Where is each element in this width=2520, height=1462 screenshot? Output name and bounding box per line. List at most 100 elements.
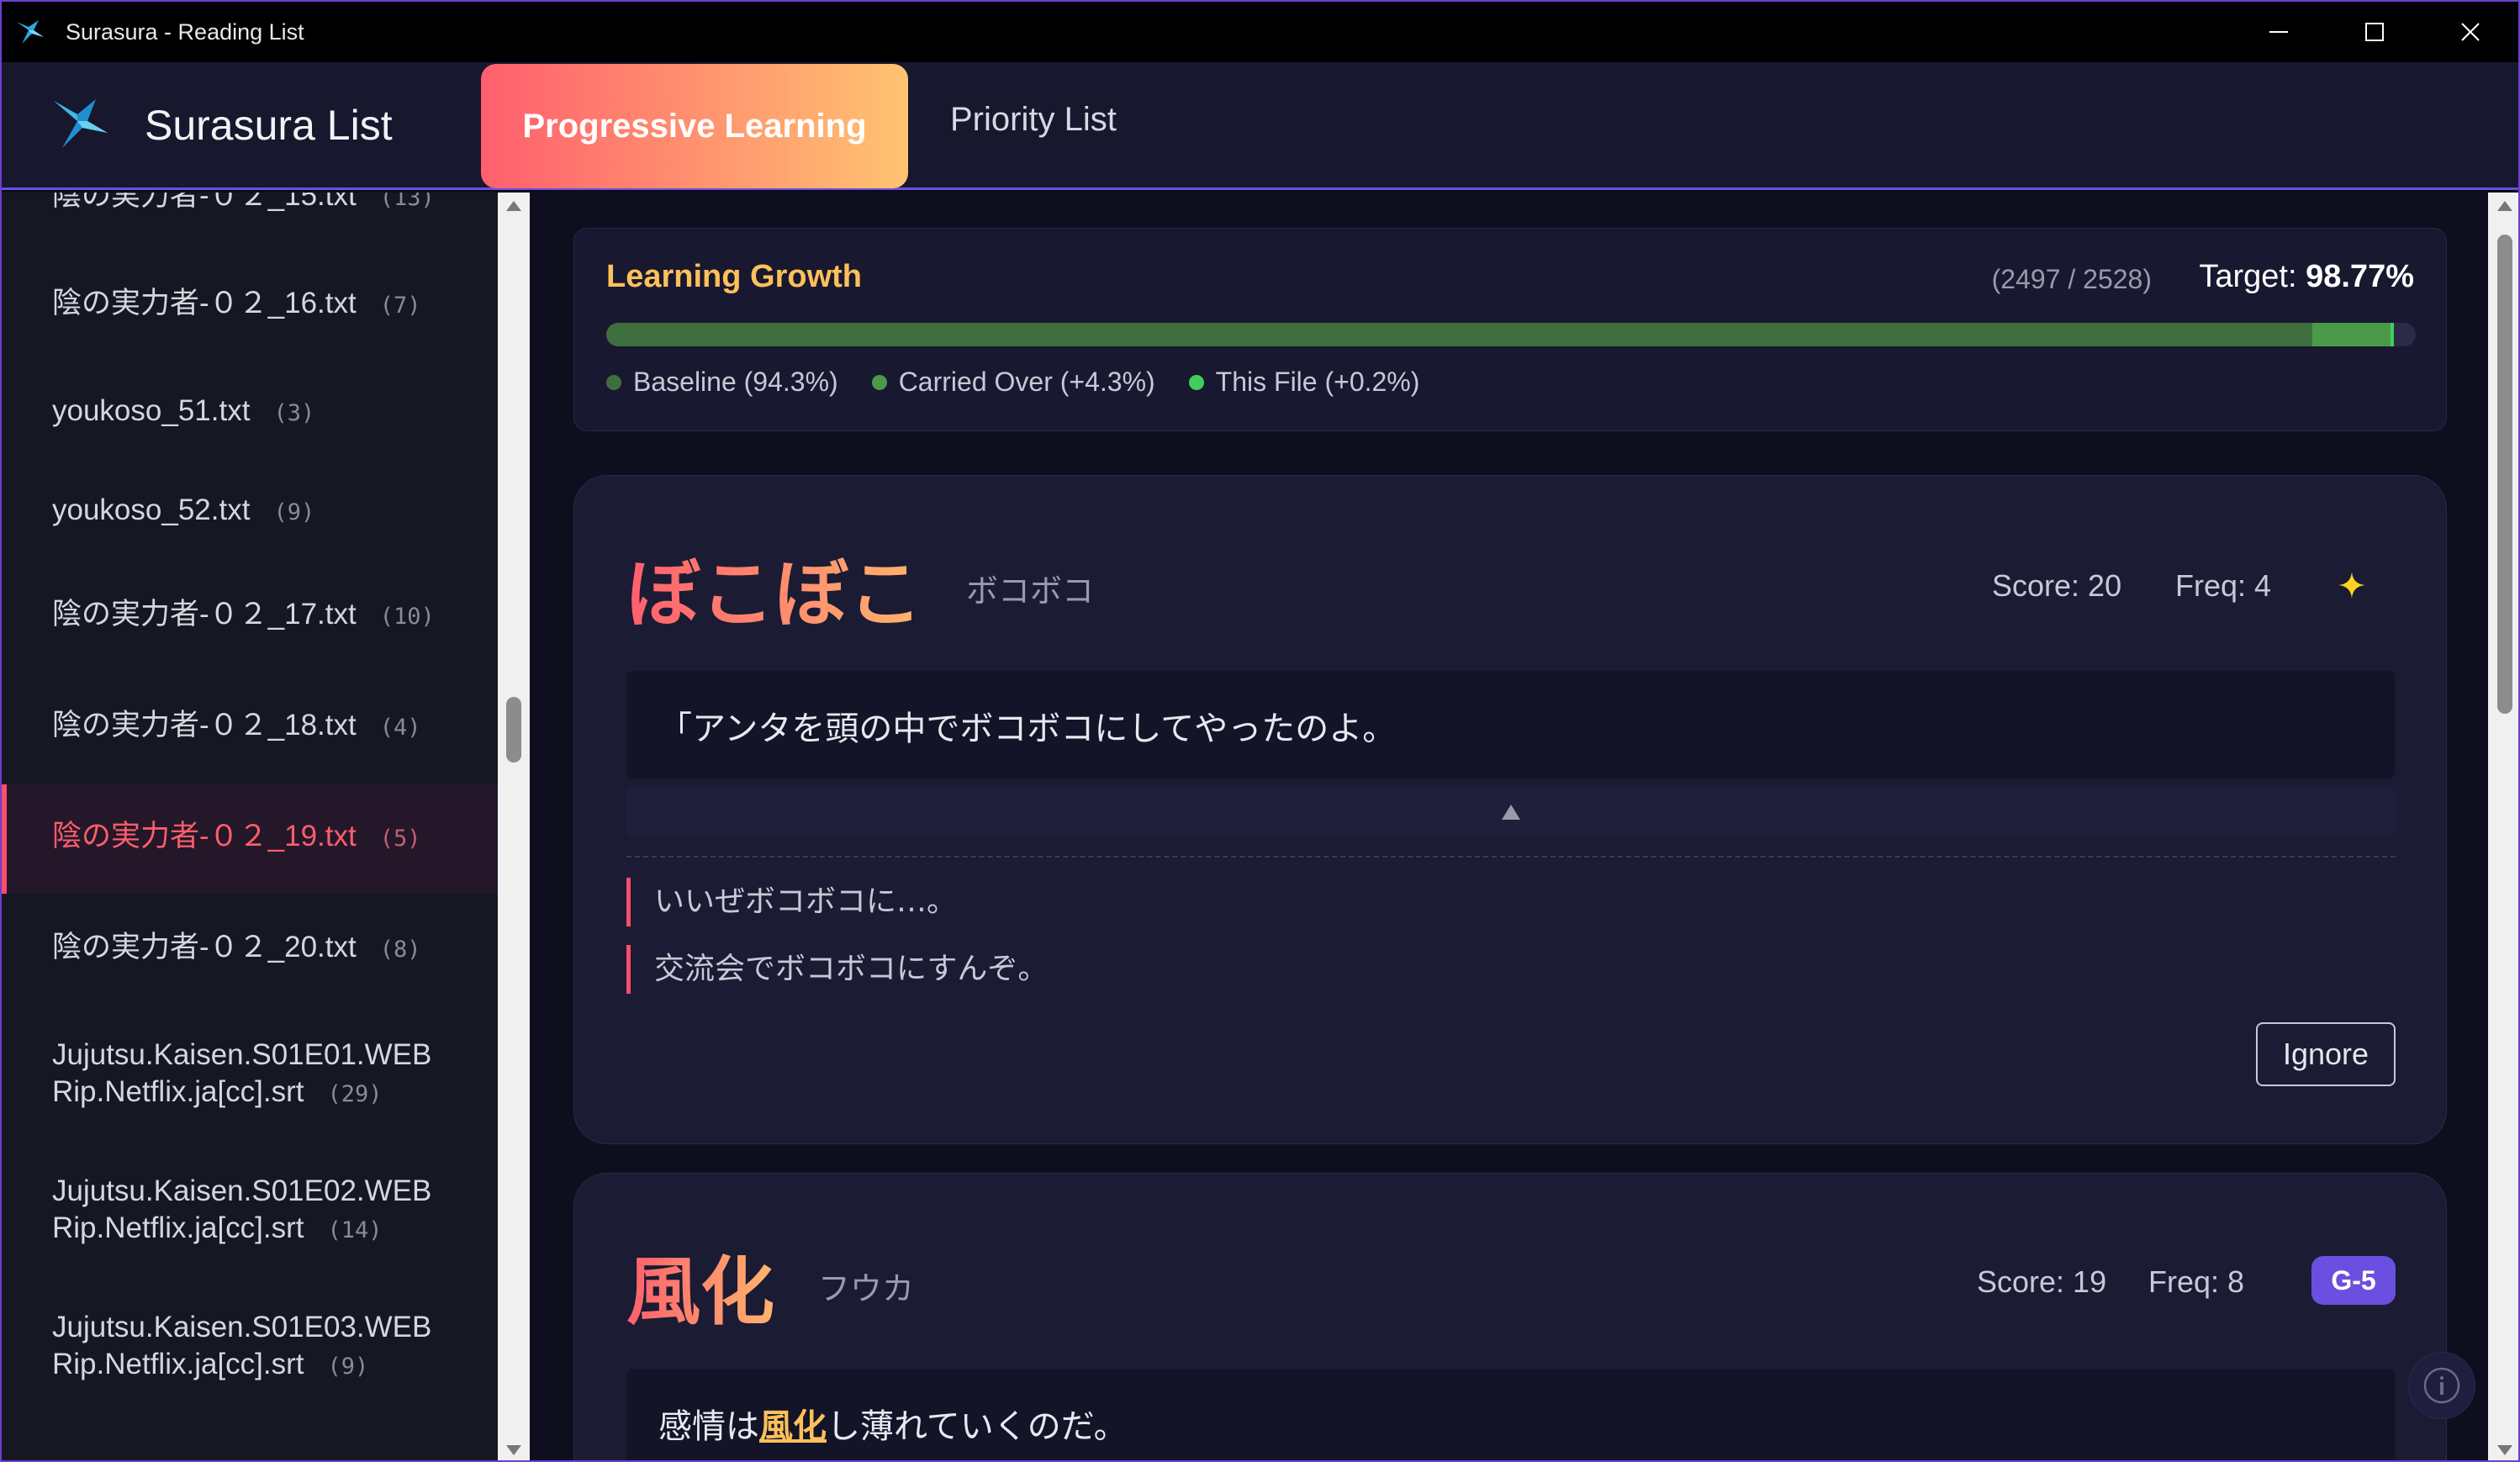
maximize-icon — [2365, 23, 2384, 41]
scrollbar-thumb[interactable] — [2497, 235, 2512, 714]
sparkle-icon[interactable] — [2337, 570, 2367, 600]
file-name: youkoso_52.txt — [52, 493, 251, 526]
maximize-button[interactable] — [2327, 2, 2422, 62]
carried-over-segment — [2312, 323, 2391, 346]
sentence-box: 感情は風化し薄れていくのだ。 — [626, 1369, 2396, 1460]
vocab-score: Score: 20 — [1992, 568, 2122, 603]
example-sentence: 感情は風化し薄れていくのだ。 — [658, 1399, 1128, 1448]
file-count: (5) — [379, 826, 421, 852]
file-item[interactable]: 陰の実力者-０２_15.txt (13) — [2, 193, 498, 217]
file-name: youkoso_51.txt — [52, 394, 251, 427]
vocab-reading: ボコボコ — [966, 573, 1095, 610]
legend-label: Baseline (94.3%) — [633, 367, 838, 397]
vocab-freq: Freq: 4 — [2175, 568, 2272, 603]
file-name: Jujutsu.Kaisen.S01E01.WEB — [52, 1038, 432, 1071]
legend-label: This File (+0.2%) — [1215, 367, 1420, 397]
hummingbird-icon — [17, 20, 44, 44]
tab-priority-list[interactable]: Priority List — [950, 101, 1117, 139]
legend-dot — [606, 374, 621, 390]
minimize-icon — [2269, 31, 2288, 33]
vocab-word: ぼこぼこ — [626, 535, 922, 641]
growth-title: Learning Growth — [606, 259, 862, 294]
close-icon — [2461, 23, 2480, 41]
scroll-down-arrow-icon[interactable] — [2497, 1445, 2512, 1455]
other-example: 交流会でボコボコにすんぞ。 — [626, 945, 1048, 994]
vocab-reading: フウカ — [818, 1270, 915, 1307]
legend-dot — [1188, 374, 1204, 390]
growth-progress-bar — [606, 323, 2416, 346]
hummingbird-logo-icon — [54, 99, 108, 148]
file-item[interactable]: Jujutsu.Kaisen.S01E02.WEB Rip.Netflix.ja… — [2, 1173, 498, 1249]
file-item[interactable]: 陰の実力者-０２_20.txt (8) — [2, 929, 498, 969]
window-title: Surasura - Reading List — [66, 18, 304, 45]
main-scrollbar[interactable] — [2488, 193, 2518, 1460]
file-count: (9) — [327, 1354, 369, 1380]
scroll-down-arrow-icon[interactable] — [506, 1445, 521, 1455]
file-name: 陰の実力者-０２_19.txt — [52, 820, 357, 852]
brand-title: Surasura List — [145, 102, 393, 149]
file-name: 陰の実力者-０２_17.txt — [52, 598, 357, 631]
example-sentence: 「アンタを頭の中でボコボコにしてやったのよ。 — [658, 710, 1397, 748]
file-item[interactable]: Jujutsu.Kaisen.S01E03.WEB Rip.Netflix.ja… — [2, 1309, 498, 1385]
scroll-up-arrow-icon[interactable] — [506, 201, 521, 211]
baseline-segment — [606, 323, 2313, 346]
sentence-box: 「アンタを頭の中でボコボコにしてやったのよ。 — [626, 671, 2396, 779]
close-button[interactable] — [2422, 2, 2518, 62]
legend-item: This File (+0.2%) — [1188, 367, 1420, 398]
file-list-sidebar: 陰の実力者-０２_15.txt (13) 陰の実力者-０２_16.txt (7) y… — [2, 193, 498, 1460]
app-window: Surasura - Reading List Surasura List Pr… — [0, 0, 2520, 1462]
grade-badge: G-5 — [2311, 1256, 2396, 1305]
file-item[interactable]: 陰の実力者-０２_16.txt (7) — [2, 285, 498, 325]
file-name: 陰の実力者-０２_20.txt — [52, 931, 357, 963]
file-name: Rip.Netflix.ja[cc].srt — [52, 1075, 304, 1108]
file-item[interactable]: youkoso_51.txt (3) — [2, 393, 498, 432]
file-count: (3) — [273, 400, 315, 426]
info-button[interactable] — [2408, 1352, 2475, 1419]
file-item[interactable]: 陰の実力者-０２_17.txt (10) — [2, 596, 498, 636]
file-count: (10) — [379, 604, 435, 630]
vocab-score: Score: 19 — [1977, 1264, 2107, 1299]
sidebar-scrollbar[interactable] — [498, 193, 530, 1460]
file-count: (4) — [379, 715, 421, 741]
file-count: (8) — [379, 937, 421, 963]
sentence-part: し薄れていくのだ。 — [827, 1407, 1128, 1446]
minimize-button[interactable] — [2231, 2, 2327, 62]
growth-legend: Baseline (94.3%) Carried Over (+4.3%) Th… — [606, 367, 1453, 398]
app-header: Surasura List Progressive Learning Prior… — [2, 62, 2518, 190]
scrollbar-thumb[interactable] — [506, 697, 521, 763]
vocab-card: ぼこぼこ ボコボコ Score: 20 Freq: 4 「アンタを頭の中でボコボ… — [573, 475, 2447, 1144]
tab-progressive-learning[interactable]: Progressive Learning — [481, 64, 908, 188]
file-count: (13) — [379, 193, 435, 211]
divider — [626, 856, 2396, 858]
file-count: (14) — [327, 1217, 383, 1243]
file-item[interactable]: Jujutsu.Kaisen.S01E01.WEB Rip.Netflix.ja… — [2, 1037, 498, 1113]
vocab-word: 風化 — [626, 1232, 774, 1339]
scroll-up-arrow-icon[interactable] — [2497, 201, 2512, 211]
file-name: Rip.Netflix.ja[cc].srt — [52, 1348, 304, 1380]
file-name: Jujutsu.Kaisen.S01E03.WEB — [52, 1311, 432, 1343]
highlighted-word: 風化 — [759, 1407, 827, 1446]
legend-item: Carried Over (+4.3%) — [871, 367, 1155, 398]
title-bar: Surasura - Reading List — [2, 2, 2518, 62]
other-example: いいぜボコボコに…。 — [626, 878, 957, 926]
main-content: Learning Growth (2497 / 2528) Target: 98… — [530, 193, 2488, 1460]
file-name: Rip.Netflix.ja[cc].srt — [52, 1211, 304, 1244]
triangle-up-icon — [1502, 805, 1520, 820]
info-icon — [2423, 1367, 2460, 1404]
legend-label: Carried Over (+4.3%) — [898, 367, 1155, 397]
file-item-selected[interactable]: 陰の実力者-０２_19.txt (5) — [2, 784, 498, 894]
file-item[interactable]: 陰の実力者-０２_18.txt (4) — [2, 707, 498, 747]
file-name: 陰の実力者-０２_15.txt — [52, 193, 357, 212]
growth-count: (2497 / 2528) — [1991, 264, 2152, 294]
sentence-part: 感情は — [658, 1407, 759, 1446]
file-name: 陰の実力者-０２_16.txt — [52, 287, 357, 319]
learning-growth-panel: Learning Growth (2497 / 2528) Target: 98… — [573, 228, 2447, 431]
file-count: (9) — [273, 499, 315, 525]
this-file-segment — [2390, 323, 2395, 346]
vocab-freq: Freq: 8 — [2148, 1264, 2245, 1299]
file-item[interactable]: youkoso_52.txt (9) — [2, 492, 498, 531]
file-name: Jujutsu.Kaisen.S01E02.WEB — [52, 1174, 432, 1207]
collapse-toggle[interactable] — [626, 789, 2396, 836]
growth-target: Target: 98.77% — [2199, 259, 2414, 295]
ignore-button[interactable]: Ignore — [2256, 1022, 2396, 1086]
